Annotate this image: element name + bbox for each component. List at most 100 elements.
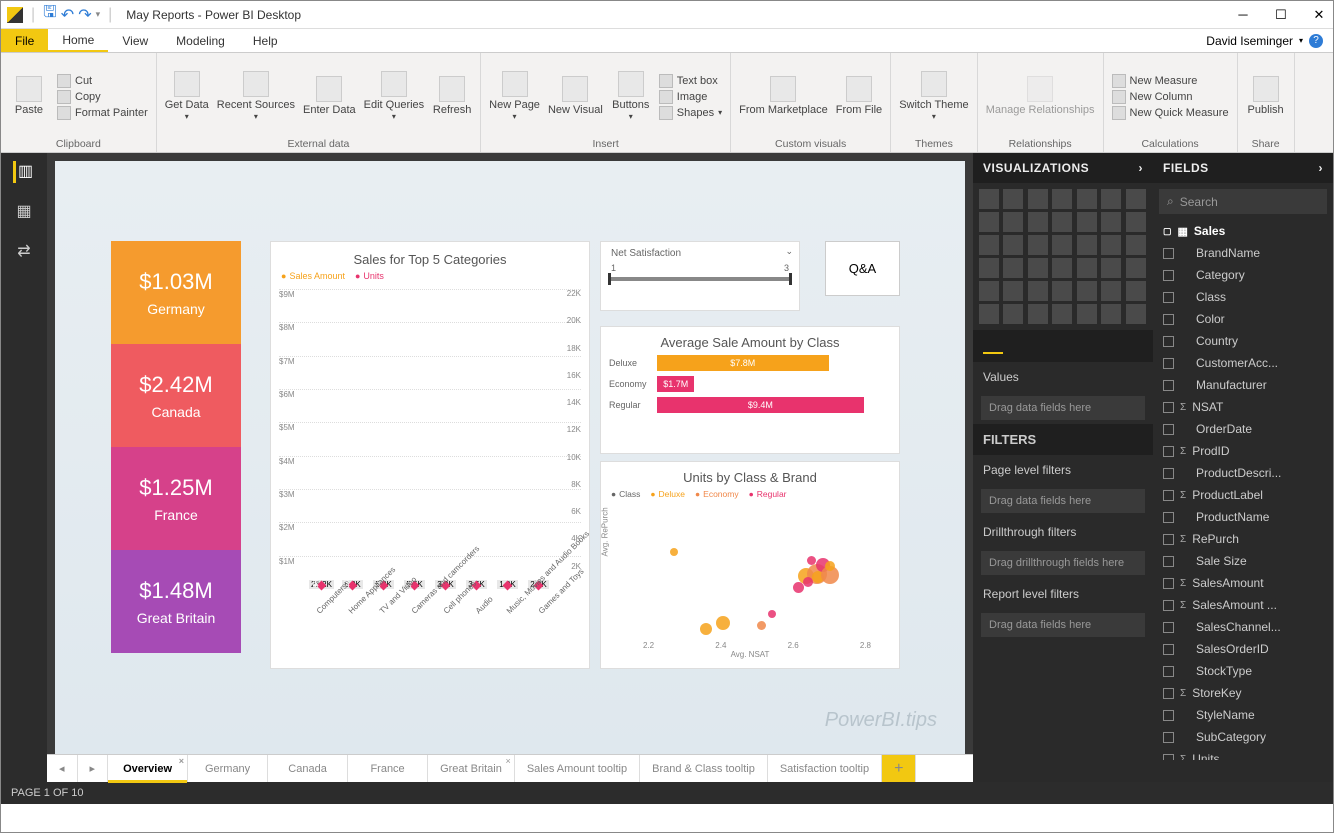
tab-home[interactable]: Home [48,29,108,52]
viz-type-icon[interactable] [1003,235,1023,255]
field-row[interactable]: ΣStoreKey [1153,682,1333,704]
page-tab[interactable]: Great Britain× [428,755,515,782]
drill-filters-dropzone[interactable]: Drag drillthrough fields here [981,551,1145,575]
viz-type-icon[interactable] [1126,189,1146,209]
table-row[interactable]: ▢ ▦ Sales [1153,220,1333,242]
field-row[interactable]: ΣProductLabel [1153,484,1333,506]
report-canvas[interactable]: $1.03MGermany$2.42MCanada$1.25MFrance$1.… [55,161,965,754]
shapes-button[interactable]: Shapes ▾ [659,106,722,120]
field-row[interactable]: StockType [1153,660,1333,682]
scatter-visual[interactable]: Units by Class & Brand Class Deluxe Econ… [600,461,900,669]
manage-relationships-button[interactable]: Manage Relationships [986,76,1095,116]
viz-type-icon[interactable] [1028,281,1048,301]
undo-icon[interactable]: ↶ [61,5,74,25]
data-view-icon[interactable]: ▦ [13,201,35,223]
viz-type-icon[interactable] [1077,281,1097,301]
field-row[interactable]: StyleName [1153,704,1333,726]
refresh-button[interactable]: Refresh [432,76,472,116]
field-row[interactable]: Manufacturer [1153,374,1333,396]
edit-queries-button[interactable]: Edit Queries▾ [364,71,425,122]
minimize-button[interactable]: ─ [1235,7,1251,23]
kpi-card[interactable]: $1.03MGermany [111,241,241,344]
viz-type-icon[interactable] [1052,212,1072,232]
viz-type-icon[interactable] [1052,281,1072,301]
page-tab[interactable]: Satisfaction tooltip [768,755,882,782]
kpi-card[interactable]: $2.42MCanada [111,344,241,447]
viz-type-icon[interactable] [1126,258,1146,278]
get-data-button[interactable]: Get Data▾ [165,71,209,122]
viz-type-icon[interactable] [979,235,999,255]
field-row[interactable]: ΣNSAT [1153,396,1333,418]
buttons-button[interactable]: Buttons▾ [611,71,651,122]
file-tab[interactable]: File [1,29,48,52]
page-tab[interactable]: Overview× [108,755,188,782]
from-marketplace-button[interactable]: From Marketplace [739,76,828,116]
report-view-icon[interactable]: ▥ [13,161,35,183]
user-name[interactable]: David Iseminger [1206,34,1293,48]
image-button[interactable]: Image [659,90,722,104]
viz-type-icon[interactable] [1101,235,1121,255]
viz-type-icon[interactable] [1101,281,1121,301]
new-measure-button[interactable]: New Measure [1112,74,1229,88]
field-row[interactable]: Sale Size [1153,550,1333,572]
enter-data-button[interactable]: Enter Data [303,76,356,116]
viz-type-icon[interactable] [1028,189,1048,209]
viz-type-icon[interactable] [1052,189,1072,209]
viz-type-icon[interactable] [1052,304,1072,324]
viz-type-icon[interactable] [1003,212,1023,232]
redo-icon[interactable]: ↷ [78,5,91,25]
viz-type-icon[interactable] [1101,189,1121,209]
page-tab[interactable]: France [348,755,428,782]
bar-chart-visual[interactable]: Sales for Top 5 Categories Sales Amount … [270,241,590,669]
viz-type-icon[interactable] [1077,212,1097,232]
field-row[interactable]: BrandName [1153,242,1333,264]
page-tab[interactable]: Canada [268,755,348,782]
chevron-down-icon[interactable]: ⌄ [785,246,793,257]
viz-type-icon[interactable] [979,304,999,324]
next-page-button[interactable]: ▸ [78,755,109,782]
collapse-icon[interactable]: › [1319,161,1324,175]
viz-type-icon[interactable] [1003,189,1023,209]
viz-type-icon[interactable] [1101,304,1121,324]
field-row[interactable]: Country [1153,330,1333,352]
viz-type-icon[interactable] [1077,189,1097,209]
page-tab[interactable]: Brand & Class tooltip [640,755,768,782]
report-filters-dropzone[interactable]: Drag data fields here [981,613,1145,637]
page-filters-dropzone[interactable]: Drag data fields here [981,489,1145,513]
field-row[interactable]: CustomerAcc... [1153,352,1333,374]
field-row[interactable]: ΣSalesAmount ... [1153,594,1333,616]
model-view-icon[interactable]: ⇄ [13,241,35,263]
viz-type-icon[interactable] [1077,304,1097,324]
viz-type-icon[interactable] [1126,304,1146,324]
kpi-card[interactable]: $1.48MGreat Britain [111,550,241,653]
viz-type-icon[interactable] [979,281,999,301]
viz-type-icon[interactable] [979,189,999,209]
tab-modeling[interactable]: Modeling [162,29,239,52]
kpi-card[interactable]: $1.25MFrance [111,447,241,550]
format-tab-icon[interactable] [1015,338,1035,354]
user-caret-icon[interactable]: ▾ [1299,36,1303,45]
tab-view[interactable]: View [108,29,162,52]
horizontal-bar-visual[interactable]: Average Sale Amount by Class Deluxe$7.8M… [600,326,900,454]
qna-visual[interactable]: Q&A [825,241,900,296]
viz-type-icon[interactable] [1126,212,1146,232]
viz-type-icon[interactable] [1028,235,1048,255]
format-painter-button[interactable]: Format Painter [57,106,148,120]
collapse-icon[interactable]: › [1139,161,1144,175]
tab-help[interactable]: Help [239,29,292,52]
viz-type-icon[interactable] [1052,258,1072,278]
viz-type-icon[interactable] [1028,304,1048,324]
new-visual-button[interactable]: New Visual [548,76,603,116]
field-row[interactable]: ΣProdID [1153,440,1333,462]
maximize-button[interactable]: ☐ [1273,7,1289,23]
publish-button[interactable]: Publish [1246,76,1286,116]
from-file-button[interactable]: From File [836,76,882,116]
field-row[interactable]: SubCategory [1153,726,1333,748]
qat-dropdown-icon[interactable]: ▾ [96,9,101,20]
switch-theme-button[interactable]: Switch Theme▾ [899,71,969,122]
viz-type-icon[interactable] [1003,258,1023,278]
close-button[interactable]: ✕ [1311,7,1327,23]
viz-type-icon[interactable] [1126,281,1146,301]
save-icon[interactable]: 🖫 [43,1,57,28]
help-icon[interactable]: ? [1309,34,1323,48]
